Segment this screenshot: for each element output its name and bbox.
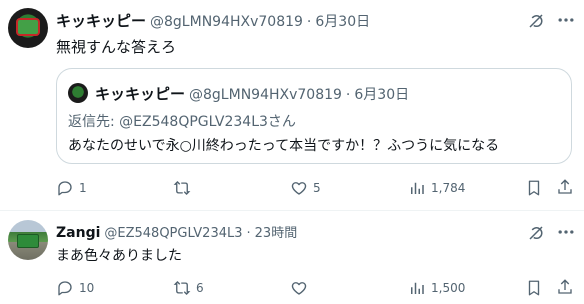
reply-icon [56,179,74,197]
more-icon[interactable] [556,10,576,30]
views-count: 1,500 [431,281,466,295]
reply-to-prefix: 返信先: [68,114,120,130]
heart-icon [290,279,308,297]
tweet-text: まあ色々ありました [56,248,182,264]
quoted-tweet[interactable]: キッキッピー @8gLMN94HXv70819 · 6月30日 返信先: @EZ… [56,68,572,164]
avatar [68,83,88,103]
views-icon [408,179,426,197]
separator: · [345,87,351,103]
author-name[interactable]: キッキッピー [56,10,146,31]
grok-icon[interactable] [527,224,545,242]
retweet-count: 6 [196,281,204,295]
like-count: 5 [313,181,321,195]
avatar[interactable] [8,8,48,48]
avatar[interactable] [8,220,48,260]
reply-button[interactable]: 10 [56,279,94,297]
share-icon[interactable] [556,178,574,196]
retweet-button[interactable] [173,179,196,197]
like-button[interactable] [290,279,313,297]
like-button[interactable]: 5 [290,179,321,197]
views-button[interactable]: 1,784 [408,179,465,197]
reply-count: 1 [79,181,87,195]
retweet-icon [173,179,191,197]
views-icon [408,279,426,297]
author-handle[interactable]: @8gLMN94HXv70819 [150,14,303,30]
heart-icon [290,179,308,197]
retweet-button[interactable]: 6 [173,279,204,297]
views-count: 1,784 [431,181,466,195]
reply-icon [56,279,74,297]
more-icon[interactable] [556,222,576,242]
views-button[interactable]: 1,500 [408,279,465,297]
timestamp[interactable]: 23時間 [255,222,298,241]
quote-timestamp: 6月30日 [354,87,410,103]
quote-author-name: キッキッピー [95,85,186,103]
quote-author-handle: @8gLMN94HXv70819 [189,87,342,103]
tweet-text: 無視すんな答えろ [56,38,177,56]
reply-to-handle: @EZ548QPGLV234L3さん [119,114,296,130]
author-name[interactable]: Zangi [56,225,100,241]
quote-text: あなたのせいで永○川終わったって本当ですか！？ふつうに気になる [68,138,500,154]
share-icon[interactable] [556,278,574,296]
reply-count: 10 [79,281,95,295]
separator: · [306,14,312,30]
reply-button[interactable]: 1 [56,179,87,197]
bookmark-icon[interactable] [525,279,543,297]
retweet-icon [173,279,191,297]
separator: · [246,226,251,241]
timestamp[interactable]: 6月30日 [315,11,370,31]
grok-icon[interactable] [527,12,545,30]
author-handle[interactable]: @EZ548QPGLV234L3 [104,226,242,241]
bookmark-icon[interactable] [525,179,543,197]
divider [0,210,584,211]
